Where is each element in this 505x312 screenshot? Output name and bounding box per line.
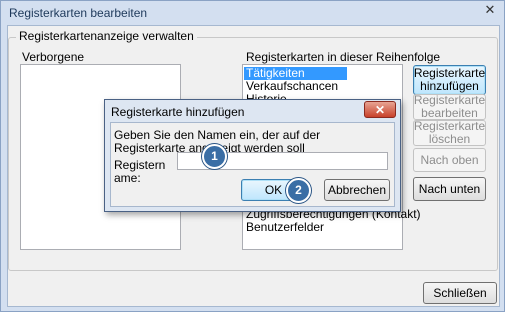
dialog-body: Geben Sie den Namen ein, der auf der Reg… bbox=[110, 122, 395, 207]
group-legend: Registerkartenanzeige verwalten bbox=[16, 29, 197, 43]
window-close-icon[interactable]: ✕ bbox=[477, 1, 503, 21]
cancel-button[interactable]: Abbrechen bbox=[324, 179, 390, 201]
name-label: Registername: bbox=[114, 158, 166, 185]
move-down-button[interactable]: Nach unten bbox=[413, 177, 486, 201]
add-tab-dialog: Registerkarte hinzufügen ✕ Geben Sie den… bbox=[104, 99, 401, 212]
callout-badge-2: 2 bbox=[286, 178, 311, 203]
dialog-close-icon[interactable]: ✕ bbox=[364, 101, 396, 118]
edit-tab-button[interactable]: Registerkarte bearbeiten bbox=[413, 94, 486, 120]
hidden-list-label: Verborgene bbox=[22, 50, 85, 64]
dialog-title: Registerkarte hinzufügen bbox=[111, 105, 245, 119]
order-list-label: Registerkarten in dieser Reihenfolge bbox=[246, 50, 441, 64]
move-up-button[interactable]: Nach oben bbox=[413, 148, 486, 172]
close-button[interactable]: Schließen bbox=[423, 282, 497, 304]
callout-badge-1: 1 bbox=[202, 144, 227, 169]
window-title: Registerkarten bearbeiten bbox=[9, 6, 148, 20]
list-item[interactable]: Benutzerfelder bbox=[246, 221, 324, 234]
delete-tab-button[interactable]: Registerkarte löschen bbox=[413, 120, 486, 146]
add-tab-button[interactable]: Registerkarte hinzufügen bbox=[413, 65, 486, 95]
